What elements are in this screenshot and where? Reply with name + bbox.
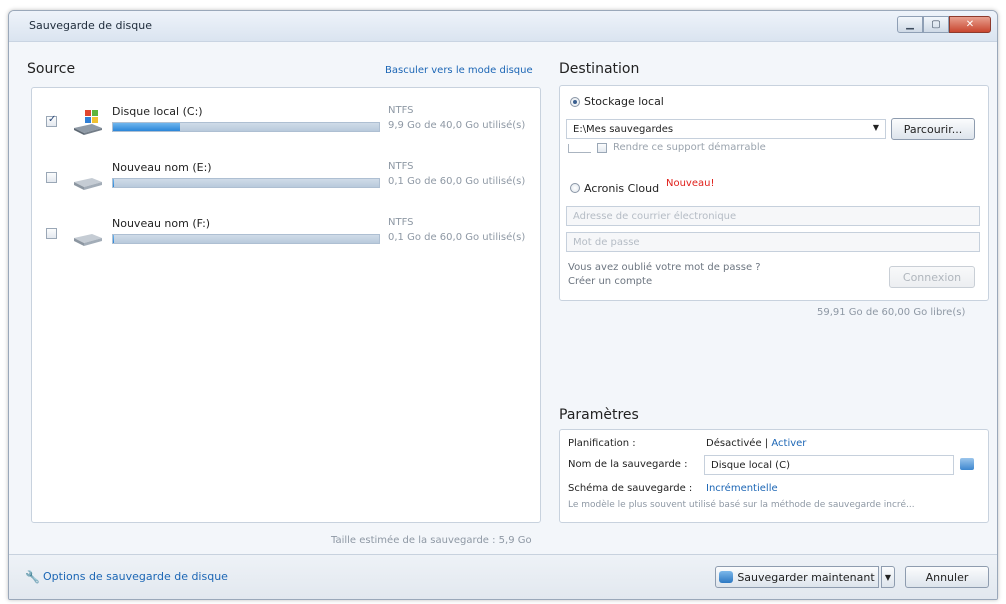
chevron-down-icon: ▼ bbox=[872, 123, 879, 132]
disk-row[interactable]: Disque local (C:) NTFS 9,9 Go de 40,0 Go u… bbox=[32, 102, 526, 146]
disk-name: Disque local (C:) bbox=[112, 105, 203, 118]
wrench-icon: 🔧 bbox=[25, 570, 40, 584]
disk-usage-fill bbox=[113, 235, 114, 243]
disk-row[interactable]: Nouveau nom (F:) NTFS 0,1 Go de 60,0 Go ut… bbox=[32, 214, 526, 258]
switch-mode-link[interactable]: Basculer vers le mode disque bbox=[385, 65, 533, 76]
destination-path-select[interactable]: E:\Mes sauvegardes ▼ bbox=[566, 119, 886, 139]
minimize-button[interactable]: ▁ bbox=[897, 16, 923, 33]
create-account-link[interactable]: Créer un compte bbox=[568, 276, 652, 287]
title-bar: Sauvegarde de disque ▁ ▢ ✕ bbox=[9, 11, 997, 42]
maximize-icon: ▢ bbox=[931, 19, 941, 30]
system-disk-icon bbox=[72, 108, 104, 136]
window-title: Sauvegarde de disque bbox=[29, 19, 153, 32]
backup-name-label: Nom de la sauvegarde : bbox=[568, 459, 688, 470]
email-field[interactable]: Adresse de courrier électronique bbox=[566, 206, 980, 226]
source-title: Source bbox=[27, 61, 76, 77]
window-controls: ▁ ▢ ✕ bbox=[897, 16, 991, 33]
disk-checkbox[interactable] bbox=[46, 114, 57, 127]
disk-usage-fill bbox=[113, 179, 114, 187]
new-badge: Nouveau! bbox=[666, 178, 715, 189]
disk-icon bbox=[72, 220, 104, 248]
backup-window: Sauvegarde de disque ▁ ▢ ✕ Source Bascul… bbox=[8, 10, 998, 600]
password-field[interactable]: Mot de passe bbox=[566, 232, 980, 252]
footer-bar: 🔧 Options de sauvegarde de disque Sauveg… bbox=[9, 554, 997, 599]
disk-filesystem: NTFS bbox=[388, 161, 414, 172]
backup-now-label: Sauvegarder maintenant bbox=[737, 570, 875, 584]
free-space: 59,91 Go de 60,00 Go libre(s) bbox=[817, 307, 966, 318]
backup-options-link[interactable]: Options de sauvegarde de disque bbox=[43, 570, 228, 583]
params-title: Paramètres bbox=[559, 407, 639, 423]
estimated-size: Taille estimée de la sauvegarde : 5,9 Go bbox=[331, 535, 532, 546]
disk-usage-bar bbox=[112, 178, 380, 188]
disk-icon bbox=[72, 164, 104, 192]
minimize-icon: ▁ bbox=[906, 19, 914, 30]
disk-name: Nouveau nom (E:) bbox=[112, 161, 212, 174]
cloud-radio[interactable] bbox=[570, 183, 580, 193]
backup-icon bbox=[719, 571, 734, 583]
disk-filesystem: NTFS bbox=[388, 217, 414, 228]
disk-usage-bar bbox=[112, 234, 380, 244]
schedule-value: Désactivée | Activer bbox=[706, 438, 806, 449]
tree-connector bbox=[568, 144, 591, 153]
backup-now-button[interactable]: Sauvegarder maintenant bbox=[715, 566, 879, 588]
disk-usage-text: 9,9 Go de 40,0 Go utilisé(s) bbox=[388, 120, 526, 131]
comment-icon[interactable] bbox=[960, 458, 974, 470]
disk-checkbox[interactable] bbox=[46, 172, 57, 183]
cancel-button[interactable]: Annuler bbox=[905, 566, 989, 588]
bootable-checkbox[interactable] bbox=[597, 143, 607, 153]
schedule-label: Planification : bbox=[568, 438, 636, 449]
bootable-label: Rendre ce support démarrable bbox=[613, 142, 766, 153]
local-storage-radio[interactable] bbox=[570, 97, 580, 107]
destination-path-value: E:\Mes sauvegardes bbox=[573, 124, 674, 135]
disk-filesystem: NTFS bbox=[388, 105, 414, 116]
disk-usage-fill bbox=[113, 123, 180, 131]
activate-schedule-link[interactable]: Activer bbox=[771, 438, 806, 449]
source-panel: Disque local (C:) NTFS 9,9 Go de 40,0 Go u… bbox=[31, 87, 541, 523]
chevron-down-icon: ▼ bbox=[884, 572, 892, 582]
disk-usage-text: 0,1 Go de 60,0 Go utilisé(s) bbox=[388, 176, 526, 187]
close-icon: ✕ bbox=[965, 19, 975, 30]
connect-button[interactable]: Connexion bbox=[889, 266, 975, 288]
scheme-link[interactable]: Incrémentielle bbox=[706, 483, 778, 494]
local-storage-label: Stockage local bbox=[584, 95, 664, 108]
disk-checkbox[interactable] bbox=[46, 228, 57, 239]
scheme-label: Schéma de sauvegarde : bbox=[568, 483, 693, 494]
destination-title: Destination bbox=[559, 61, 640, 77]
backup-now-dropdown[interactable]: ▼ bbox=[881, 566, 895, 588]
cloud-label: Acronis Cloud bbox=[584, 182, 660, 195]
browse-button[interactable]: Parcourir... bbox=[891, 118, 975, 140]
schedule-separator: | bbox=[764, 438, 769, 449]
maximize-button[interactable]: ▢ bbox=[923, 16, 949, 33]
close-button[interactable]: ✕ bbox=[949, 16, 991, 33]
scheme-description: Le modèle le plus souvent utilisé basé s… bbox=[568, 500, 915, 510]
disk-row[interactable]: Nouveau nom (E:) NTFS 0,1 Go de 60,0 Go ut… bbox=[32, 158, 526, 202]
schedule-status: Désactivée bbox=[706, 438, 762, 449]
disk-name: Nouveau nom (F:) bbox=[112, 217, 211, 230]
backup-name-input[interactable]: Disque local (C) bbox=[704, 455, 954, 475]
disk-usage-text: 0,1 Go de 60,0 Go utilisé(s) bbox=[388, 232, 526, 243]
forgot-password-link[interactable]: Vous avez oublié votre mot de passe ? bbox=[568, 262, 761, 273]
params-panel: Planification : Désactivée | Activer Nom… bbox=[559, 429, 989, 523]
disk-usage-bar bbox=[112, 122, 380, 132]
destination-panel: Stockage local E:\Mes sauvegardes ▼ Parc… bbox=[559, 85, 989, 301]
